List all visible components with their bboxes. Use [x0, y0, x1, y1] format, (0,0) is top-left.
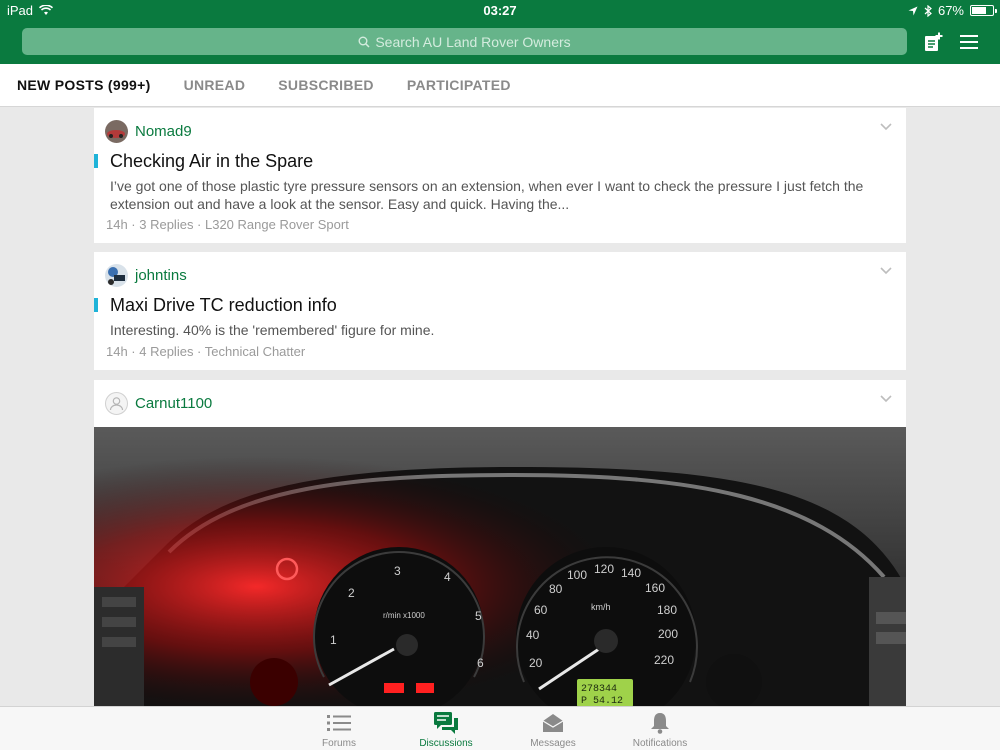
speed-tick: 40: [526, 628, 540, 642]
new-post-button[interactable]: [921, 30, 945, 54]
post-author[interactable]: Nomad9: [105, 120, 192, 143]
avatar[interactable]: [105, 120, 128, 143]
nav-label: Forums: [322, 738, 356, 749]
author-name[interactable]: Nomad9: [135, 123, 192, 140]
post-meta: 14h · 3 Replies · L320 Range Rover Sport: [106, 217, 349, 232]
search-bar[interactable]: Search AU Land Rover Owners: [22, 28, 907, 55]
post-excerpt: Interesting. 40% is the 'remembered' fig…: [110, 322, 435, 338]
speed-tick: 120: [594, 562, 614, 576]
post-card[interactable]: Nomad9 Checking Air in the Spare I’ve go…: [94, 108, 906, 243]
post-title[interactable]: Maxi Drive TC reduction info: [110, 295, 337, 316]
unread-indicator: [94, 298, 98, 312]
clock: 03:27: [483, 3, 517, 18]
rpm-tick: 3: [394, 564, 401, 578]
unread-indicator: [94, 154, 98, 168]
bell-icon: [651, 713, 669, 734]
speed-tick: 160: [645, 581, 665, 595]
tab-participated[interactable]: PARTICIPATED: [407, 77, 511, 93]
menu-button[interactable]: [957, 30, 981, 54]
rpm-label: r/min x1000: [383, 611, 425, 620]
speed-tick: 180: [657, 603, 677, 617]
bottom-tab-bar: Forums Discussions Messages Notification…: [0, 706, 1000, 750]
post-author[interactable]: johntins: [105, 264, 187, 287]
avatar[interactable]: [105, 264, 128, 287]
speed-tick: 80: [549, 582, 563, 596]
nav-notifications[interactable]: Notifications: [615, 711, 705, 749]
nav-messages[interactable]: Messages: [508, 711, 598, 749]
nav-label: Messages: [530, 738, 576, 749]
chevron-down-icon[interactable]: [880, 123, 892, 131]
hamburger-menu-icon: [960, 35, 978, 49]
post-title[interactable]: Checking Air in the Spare: [110, 151, 313, 172]
chat-bubbles-icon: [434, 712, 458, 734]
location-arrow-icon: [908, 6, 918, 15]
post-card[interactable]: johntins Maxi Drive TC reduction info In…: [94, 252, 906, 370]
rpm-tick: 2: [348, 586, 355, 600]
list-icon: [327, 715, 351, 731]
speed-tick: 200: [658, 627, 678, 641]
speed-tick: 220: [654, 653, 674, 667]
post-photo[interactable]: 1 2 3 4 5 6 r/min x1000 km/h 20 40 60 80…: [94, 427, 906, 717]
author-name[interactable]: johntins: [135, 267, 187, 284]
rpm-tick: 5: [475, 609, 482, 623]
nav-discussions[interactable]: Discussions: [401, 711, 491, 749]
speed-tick: 20: [529, 656, 543, 670]
bluetooth-icon: [924, 4, 932, 17]
speed-tick: 140: [621, 566, 641, 580]
top-bar: iPad 03:27 67% Search AU Land Rover Owne…: [0, 0, 1000, 64]
speed-unit: km/h: [591, 602, 611, 612]
battery-percent: 67%: [937, 3, 964, 18]
avatar[interactable]: [105, 392, 128, 415]
rpm-tick: 1: [330, 633, 337, 647]
nav-label: Notifications: [632, 738, 688, 749]
post-excerpt: I’ve got one of those plastic tyre press…: [110, 178, 864, 212]
rpm-tick: 4: [444, 570, 451, 584]
speed-tick: 100: [567, 568, 587, 582]
status-bar: iPad 03:27 67%: [0, 0, 1000, 22]
odometer-readout: 278344: [581, 684, 617, 695]
speed-tick: 60: [534, 603, 548, 617]
default-user-icon: [109, 397, 124, 411]
discussion-tabs: NEW POSTS (999+) UNREAD SUBSCRIBED PARTI…: [0, 64, 1000, 107]
post-author[interactable]: Carnut1100: [105, 392, 212, 415]
nav-forums[interactable]: Forums: [294, 711, 384, 749]
rpm-tick: 6: [477, 656, 484, 670]
chevron-down-icon[interactable]: [880, 267, 892, 275]
post-meta: 14h · 4 Replies · Technical Chatter: [106, 344, 306, 359]
post-card[interactable]: Carnut1100 1 2 3 4 5 6 r/min x1000 km/h …: [94, 380, 906, 720]
tab-new-posts[interactable]: NEW POSTS (999+): [17, 77, 151, 93]
tab-subscribed[interactable]: SUBSCRIBED: [278, 77, 374, 93]
battery-icon: [970, 5, 997, 16]
envelope-icon: [542, 714, 564, 732]
nav-label: Discussions: [419, 738, 473, 749]
chevron-down-icon[interactable]: [880, 395, 892, 403]
tab-unread[interactable]: UNREAD: [184, 77, 246, 93]
search-icon: [358, 36, 370, 48]
new-post-icon: [925, 32, 943, 51]
author-name[interactable]: Carnut1100: [135, 395, 212, 412]
dashboard-photo: 1 2 3 4 5 6 r/min x1000 km/h 20 40 60 80…: [94, 427, 906, 717]
search-placeholder: Search AU Land Rover Owners: [375, 33, 571, 50]
